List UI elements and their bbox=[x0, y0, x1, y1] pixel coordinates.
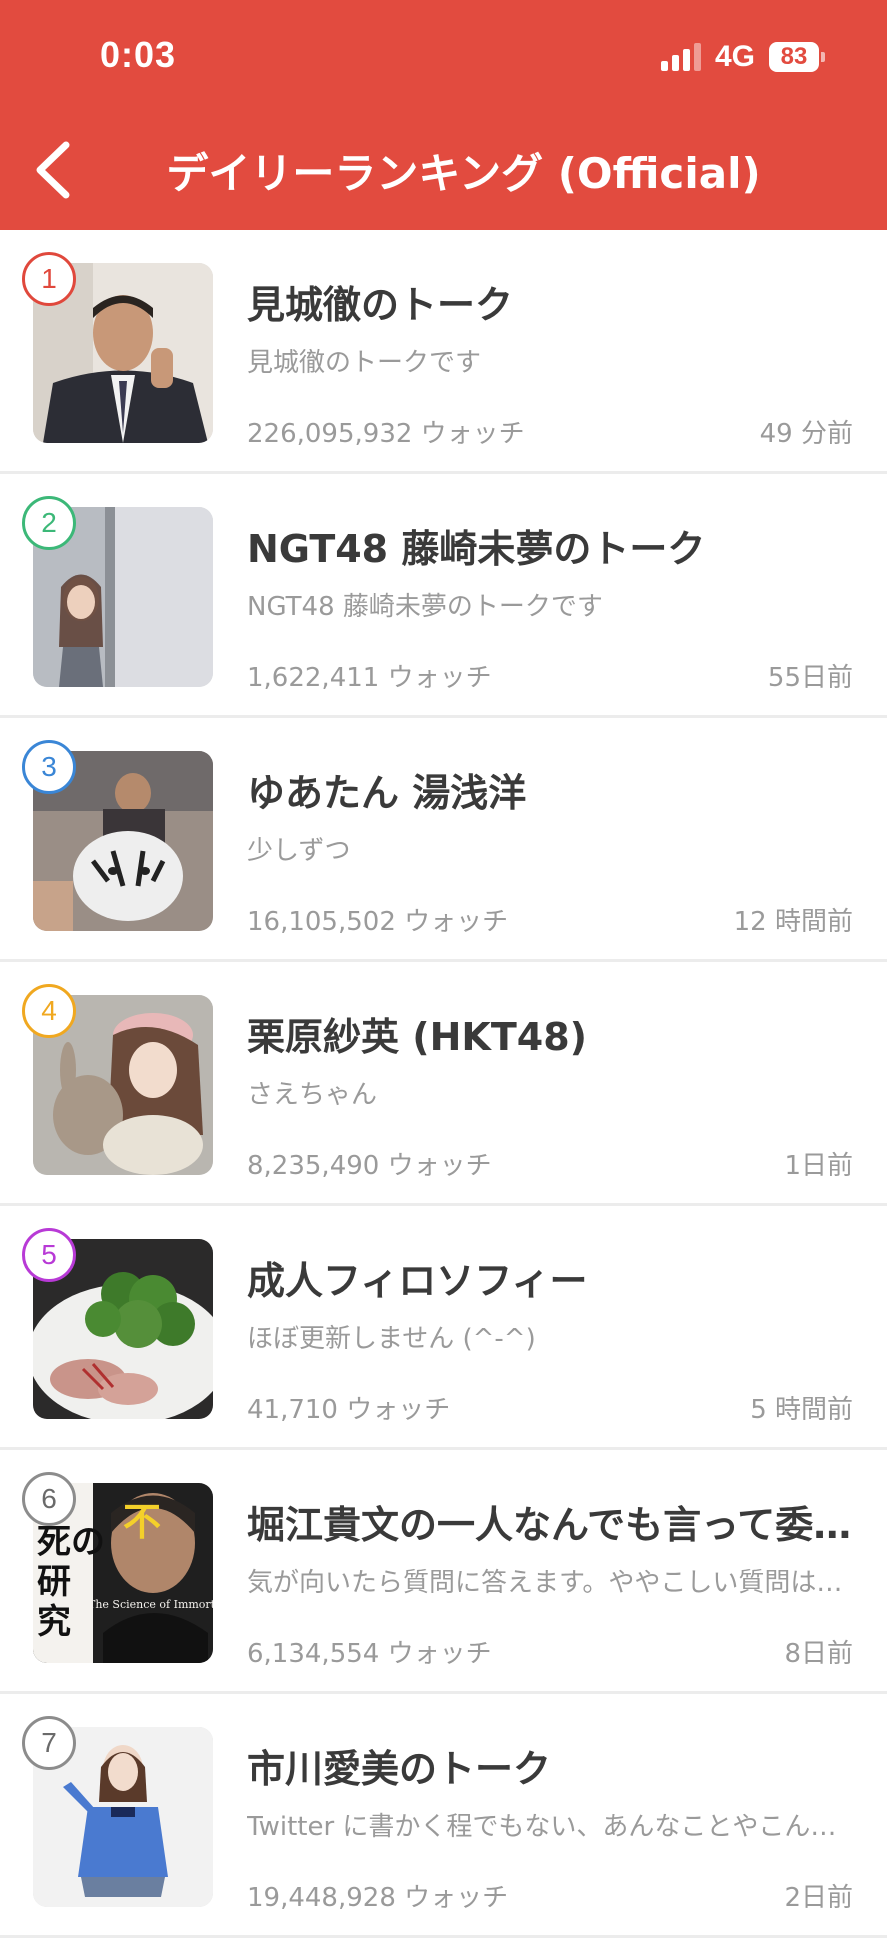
talk-name: 栗原紗英 (HKT48) bbox=[247, 1015, 588, 1059]
svg-text:研: 研 bbox=[37, 1562, 71, 1602]
book-cover-text: 不 bbox=[123, 1499, 161, 1544]
updated-time: 1日前 bbox=[784, 1151, 853, 1181]
svg-text:死の: 死の bbox=[37, 1522, 105, 1562]
talk-name: 見城徹のトーク bbox=[247, 283, 514, 327]
rank-badge: 5 bbox=[22, 1228, 76, 1282]
rank-badge: 7 bbox=[22, 1716, 76, 1770]
ranking-item[interactable]: 3 ゆあたん 湯浅洋 少しずつ 16,105,502 ウォッチ 12 時間前 bbox=[0, 718, 887, 962]
talk-name: NGT48 藤崎未夢のトーク bbox=[247, 527, 706, 571]
watch-count: 1,622,411 ウォッチ bbox=[247, 663, 492, 693]
talk-description: NGT48 藤崎未夢のトークです bbox=[247, 592, 603, 622]
ranking-item[interactable]: 2 NGT48 藤崎未夢のトーク NGT48 藤崎未夢のトークです 1,622,… bbox=[0, 474, 887, 718]
rank-badge: 3 bbox=[22, 740, 76, 794]
ranking-item[interactable]: 5 成人フィロソフィー ほぼ更新しません (^-^) 41,710 ウォッチ 5… bbox=[0, 1206, 887, 1450]
watch-count: 8,235,490 ウォッチ bbox=[247, 1151, 492, 1181]
talk-description: 気が向いたら質問に答えます。ややこしい質問はお断りします bbox=[247, 1568, 857, 1598]
page-title: デイリーランキング (Official) bbox=[166, 149, 761, 198]
talk-description: 少しずつ bbox=[247, 836, 351, 866]
talk-description: ほぼ更新しません (^-^) bbox=[247, 1324, 536, 1354]
battery-level: 83 bbox=[769, 42, 819, 72]
talk-description: 見城徹のトークです bbox=[247, 348, 482, 378]
network-type: 4G bbox=[714, 40, 755, 73]
ranking-item[interactable]: 7 市川愛美のトーク Twitter に書かく程でもない、あんなことやこんなこと… bbox=[0, 1694, 887, 1938]
ranking-list: 1 見城徹のトーク 見城徹のトークです 226,095,932 ウォッチ 49 … bbox=[0, 230, 887, 1938]
battery-icon: 83 bbox=[769, 42, 825, 72]
rank-badge: 2 bbox=[22, 496, 76, 550]
ranking-item[interactable]: 1 見城徹のトーク 見城徹のトークです 226,095,932 ウォッチ 49 … bbox=[0, 230, 887, 474]
watch-count: 19,448,928 ウォッチ bbox=[247, 1883, 509, 1913]
watch-count: 41,710 ウォッチ bbox=[247, 1395, 451, 1425]
rank-badge: 1 bbox=[22, 252, 76, 306]
signal-icon bbox=[660, 43, 701, 71]
talk-name: ゆあたん 湯浅洋 bbox=[247, 771, 527, 815]
rank-badge: 4 bbox=[22, 984, 76, 1038]
updated-time: 55日前 bbox=[767, 663, 853, 693]
watch-count: 6,134,554 ウォッチ bbox=[247, 1639, 492, 1669]
status-indicators: 4G 83 bbox=[660, 40, 825, 74]
watch-count: 16,105,502 ウォッチ bbox=[247, 907, 509, 937]
updated-time: 8日前 bbox=[784, 1639, 853, 1669]
svg-text:究: 究 bbox=[37, 1602, 71, 1642]
ranking-item[interactable]: 4 栗原紗英 (HKT48) さえちゃん 8,235,490 ウォッチ 1日前 bbox=[0, 962, 887, 1206]
updated-time: 12 時間前 bbox=[733, 907, 853, 937]
talk-name: 堀江貴文の一人なんでも言って委員会 bbox=[247, 1503, 857, 1547]
svg-text:The Science of Immortality: The Science of Immortality bbox=[88, 1598, 213, 1611]
app-header: 0:03 4G 83 デイリーランキング (Official) bbox=[0, 0, 887, 230]
talk-description: Twitter に書かく程でもない、あんなことやこんなこと bbox=[247, 1812, 857, 1842]
talk-name: 成人フィロソフィー bbox=[247, 1259, 588, 1303]
rank-badge: 6 bbox=[22, 1472, 76, 1526]
updated-time: 49 分前 bbox=[759, 419, 853, 449]
watch-count: 226,095,932 ウォッチ bbox=[247, 419, 525, 449]
status-time: 0:03 bbox=[100, 34, 177, 75]
updated-time: 5 時間前 bbox=[750, 1395, 853, 1425]
updated-time: 2日前 bbox=[784, 1883, 853, 1913]
ranking-item[interactable]: 6 不 死の 研 究 The Science of Immortality 堀江… bbox=[0, 1450, 887, 1694]
talk-name: 市川愛美のトーク bbox=[247, 1747, 552, 1791]
talk-description: さえちゃん bbox=[247, 1080, 378, 1110]
